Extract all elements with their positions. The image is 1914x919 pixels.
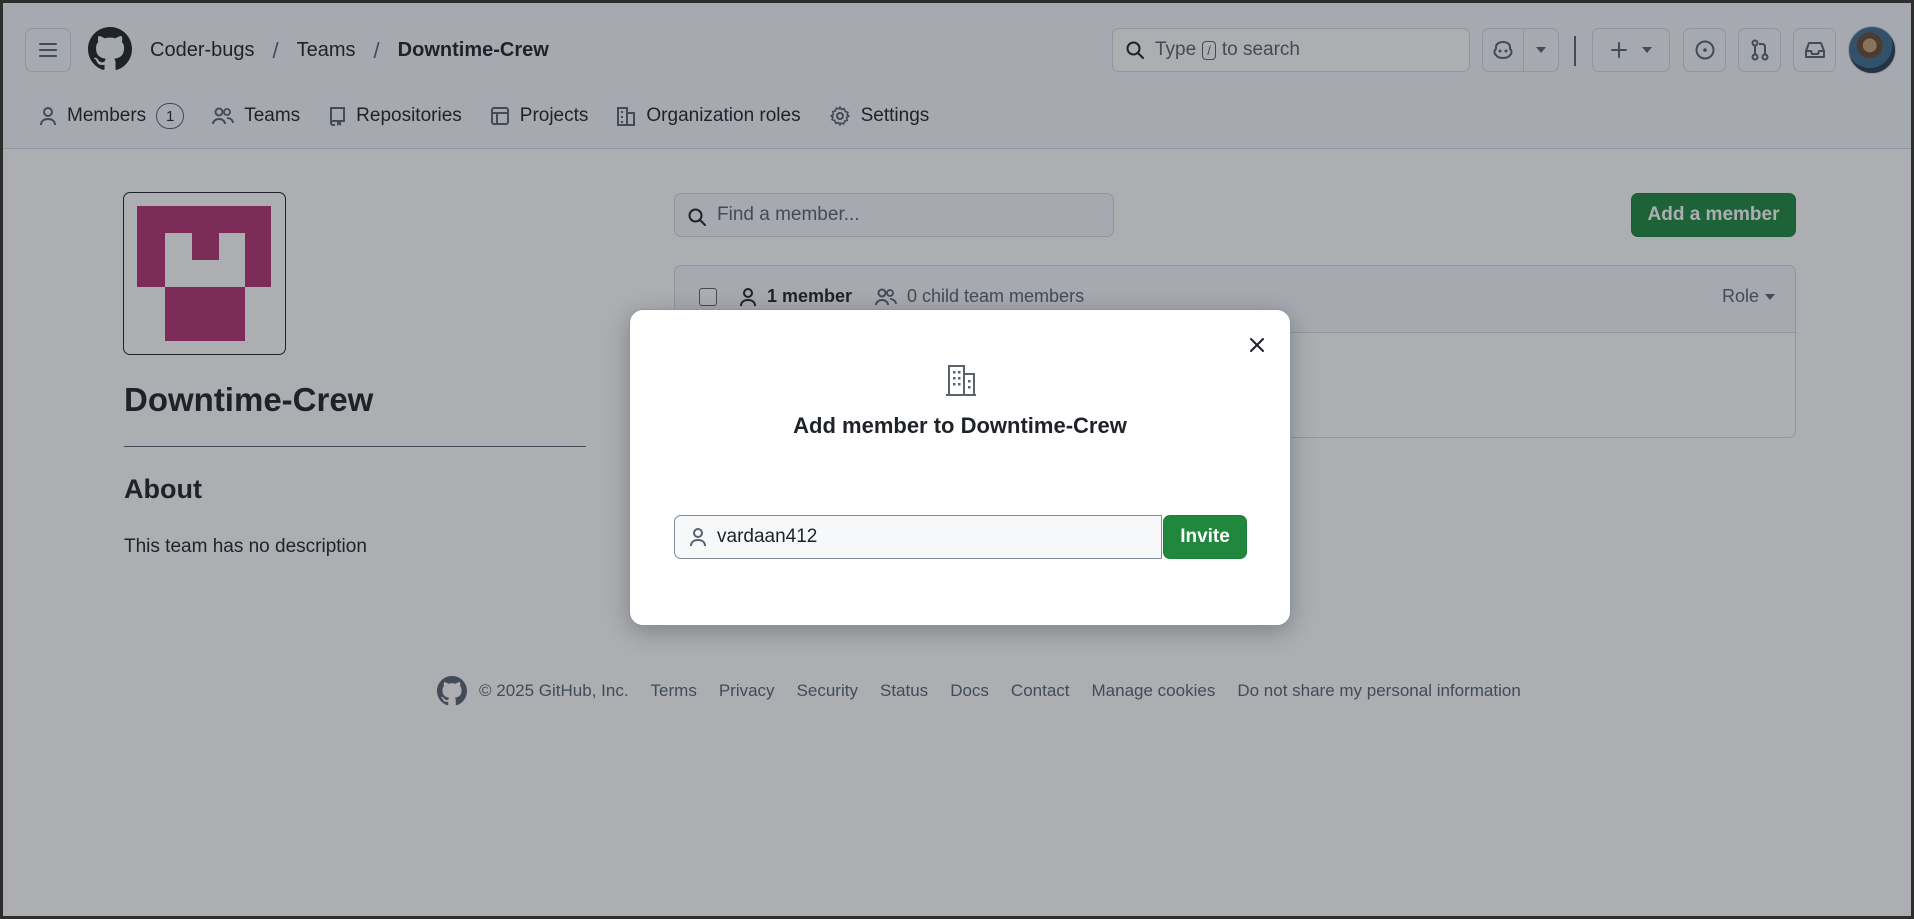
invite-username-value: vardaan412 (717, 526, 818, 547)
close-dialog-button[interactable] (1242, 330, 1272, 360)
add-member-dialog: Add member to Downtime-Crew vardaan412 I… (629, 309, 1291, 626)
dialog-title: Add member to Downtime-Crew (793, 413, 1127, 438)
close-icon (1249, 337, 1265, 353)
person-icon (689, 527, 707, 547)
invite-button[interactable]: Invite (1163, 515, 1247, 559)
app-window: Coder-bugs / Teams / Downtime-Crew Type … (0, 0, 1914, 919)
invite-username-input[interactable]: vardaan412 (674, 515, 1162, 559)
organization-icon (944, 362, 978, 398)
